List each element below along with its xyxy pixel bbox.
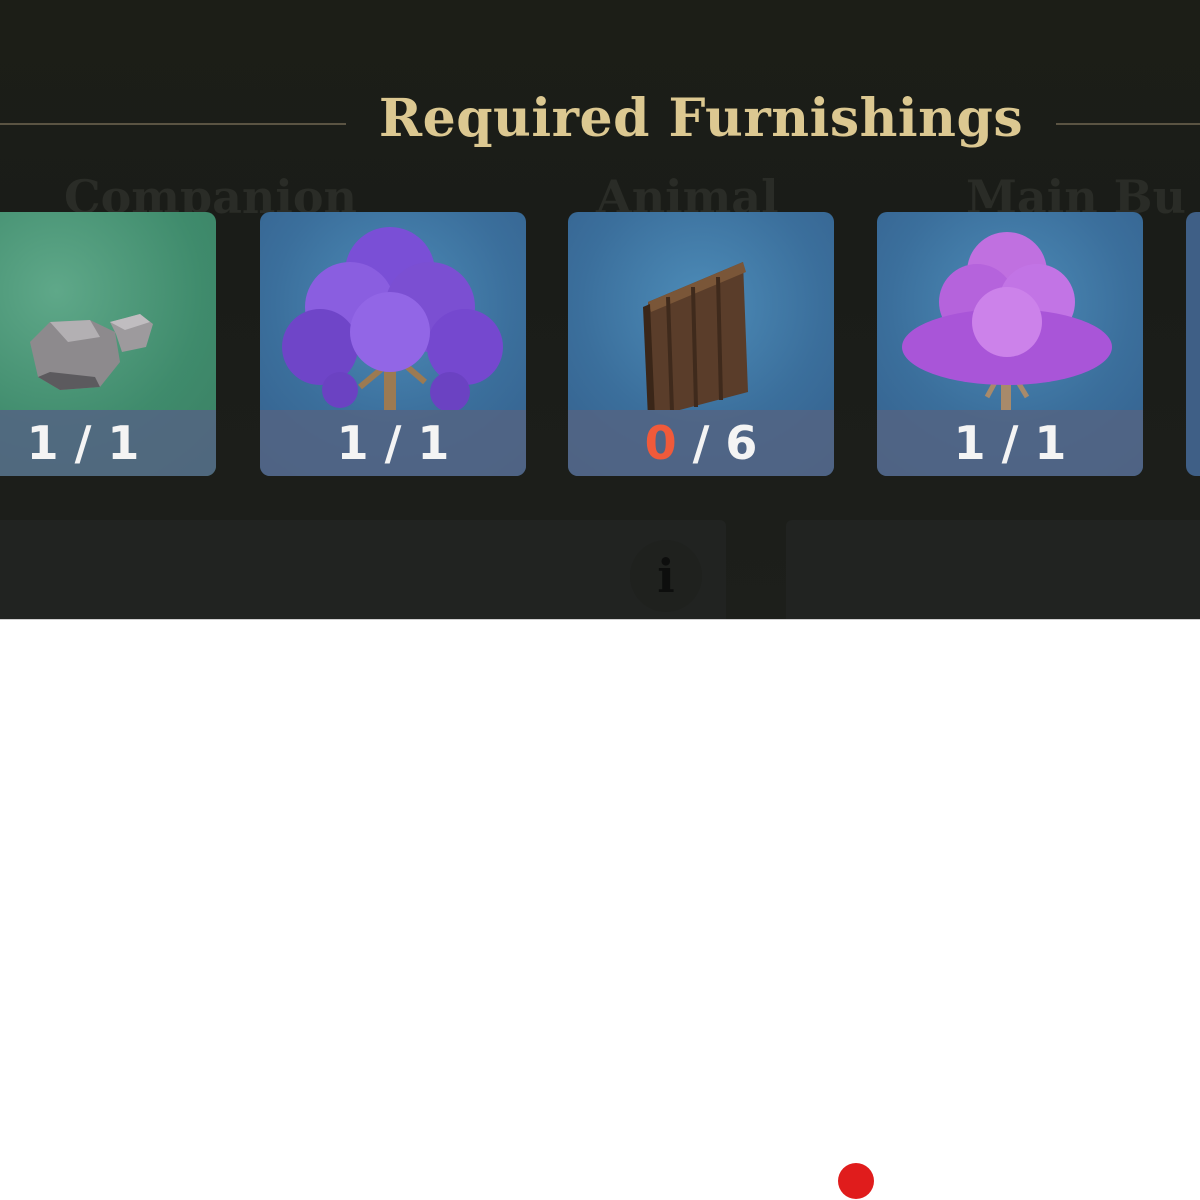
info-icon[interactable]: i (630, 540, 702, 612)
owned-count: 1 (26, 416, 59, 470)
card-count: 1 / 1 (0, 410, 216, 476)
card-count: 1 / 1 (260, 410, 526, 476)
purple-tree-icon (282, 227, 503, 410)
required-count: 1 (1034, 416, 1067, 470)
rock-icon (30, 314, 153, 390)
violet-tree-icon (902, 232, 1112, 410)
owned-count: 1 (953, 416, 986, 470)
bottom-panel-left: i (0, 520, 726, 620)
count-separator: / (985, 416, 1035, 470)
marker-dot (838, 1163, 874, 1199)
count-separator: / (368, 416, 418, 470)
page-title: Required Furnishings (378, 88, 1024, 149)
count-separator: / (58, 416, 108, 470)
owned-count: 0 (644, 416, 677, 470)
card-count: 0 / 6 (568, 410, 834, 476)
required-furnishings-panel: Companion Animal Main Bu Required Furnis… (0, 0, 1200, 620)
bottom-panel-right (786, 520, 1200, 620)
owned-count: 1 (336, 416, 369, 470)
required-count: 6 (725, 416, 758, 470)
header-divider-left (0, 123, 346, 125)
required-count: 1 (417, 416, 450, 470)
furnishing-card-wooden-door[interactable]: 0 / 6 (568, 212, 834, 476)
card-count: 1 / 1 (877, 410, 1143, 476)
count-separator: / (676, 416, 726, 470)
wooden-door-icon (643, 262, 748, 410)
furnishing-card-violet-tree[interactable]: 1 / 1 (877, 212, 1143, 476)
furnishing-card-purple-tree[interactable]: 1 / 1 (260, 212, 526, 476)
header-divider-right (1056, 123, 1200, 125)
furnishing-card-rock[interactable]: 1 / 1 (0, 212, 216, 476)
required-count: 1 (107, 416, 140, 470)
furnishing-card-partial[interactable] (1186, 212, 1200, 476)
